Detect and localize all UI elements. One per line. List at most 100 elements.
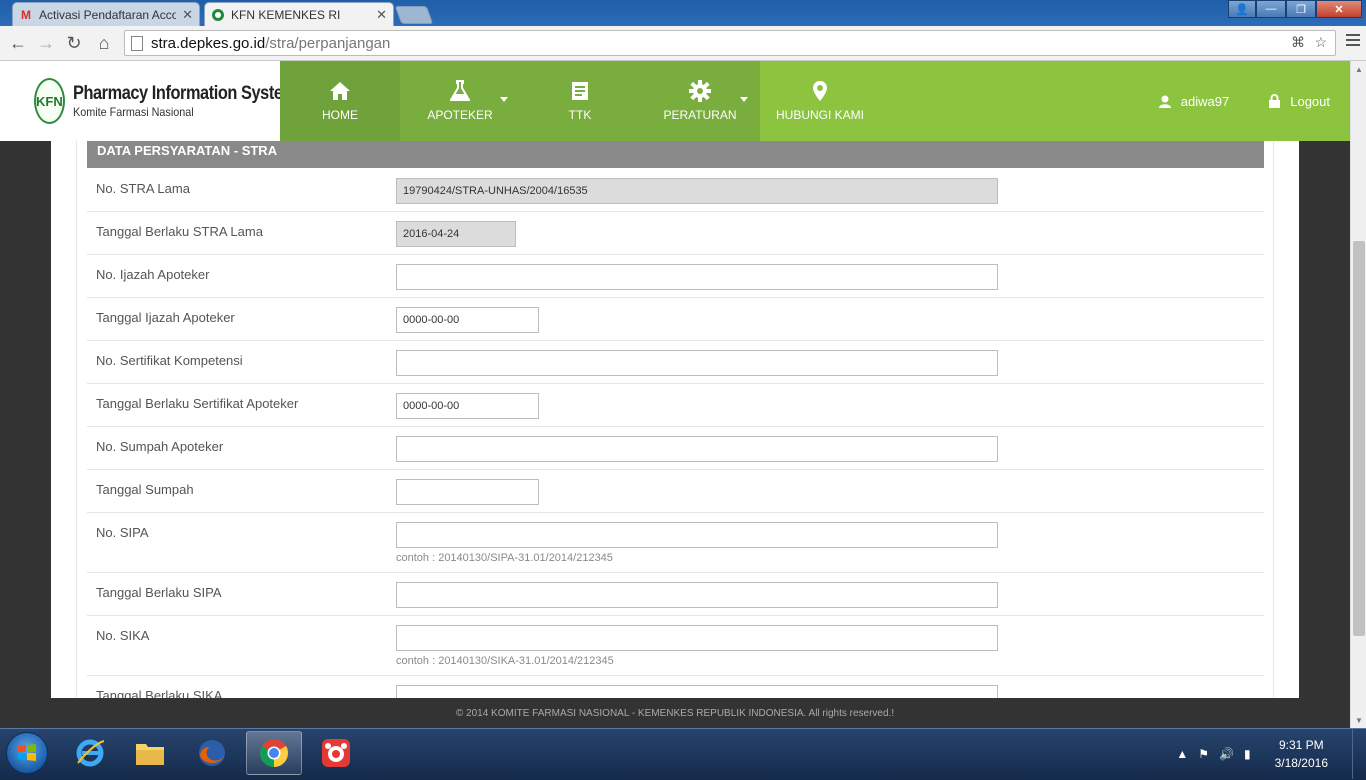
no-sika-input[interactable] — [396, 625, 998, 651]
close-icon[interactable]: ✕ — [182, 7, 193, 23]
nav-home[interactable]: HOME — [280, 61, 400, 141]
close-icon[interactable]: ✕ — [376, 7, 387, 23]
brand[interactable]: KFN Pharmacy Information System Komite F… — [0, 61, 297, 141]
username: adiwa97 — [1180, 93, 1230, 109]
new-tab-button[interactable] — [394, 6, 434, 24]
nav-hubungi-kami[interactable]: HUBUNGI KAMI — [760, 61, 880, 141]
nav-label: PERATURAN — [663, 108, 737, 122]
logout-label: Logout — [1290, 93, 1330, 109]
chrome-icon[interactable] — [246, 731, 302, 775]
form-row-tanggal-sika: Tanggal Berlaku SIKA — [87, 676, 1264, 698]
logout-link[interactable]: Logout — [1269, 94, 1330, 109]
sipa-hint: contoh : 20140130/SIPA-31.01/2014/212345 — [396, 552, 613, 564]
home-browser-icon[interactable]: ⌂ — [92, 31, 116, 55]
field-label: Tanggal Berlaku SIKA — [96, 688, 223, 698]
page-viewport: KFN Pharmacy Information System Komite F… — [0, 61, 1350, 698]
form-row-tanggal-stra-lama: Tanggal Berlaku STRA Lama 2016-04-24 — [87, 212, 1264, 255]
form-row-no-sipa: No. SIPA contoh : 20140130/SIPA-31.01/20… — [87, 513, 1264, 573]
windows-logo-icon — [18, 744, 36, 761]
nav-label: HUBUNGI KAMI — [775, 108, 864, 122]
chevron-down-icon — [740, 97, 748, 102]
tanggal-sertifikat-input[interactable]: 0000-00-00 — [396, 393, 539, 419]
user-icon[interactable]: 👤 — [1228, 0, 1256, 18]
sika-hint: contoh : 20140130/SIKA-31.01/2014/212345 — [396, 655, 614, 667]
internet-explorer-icon[interactable] — [62, 731, 118, 775]
start-button[interactable] — [6, 732, 48, 774]
footer-text: © 2014 KOMITE FARMASI NASIONAL - KEMENKE… — [455, 707, 895, 719]
bookmark-star-icon[interactable]: ☆ — [1314, 34, 1327, 51]
main-nav: HOME APOTEKER TTK PERATURAN HUBUNGI KAMI — [280, 61, 880, 141]
form-row-tanggal-sertifikat: Tanggal Berlaku Sertifikat Apoteker 0000… — [87, 384, 1264, 427]
volume-icon[interactable]: 🔊 — [1219, 747, 1234, 761]
page-icon — [131, 35, 143, 51]
no-sumpah-input[interactable] — [396, 436, 998, 462]
close-window-button[interactable]: ✕ — [1316, 0, 1362, 18]
clock[interactable]: 9:31 PM 3/18/2016 — [1275, 736, 1328, 772]
user-icon — [1158, 95, 1171, 108]
tanggal-sika-input[interactable] — [396, 685, 998, 698]
form-row-no-sumpah: No. Sumpah Apoteker — [87, 427, 1264, 470]
site-header: KFN Pharmacy Information System Komite F… — [0, 61, 1350, 141]
site-title: Pharmacy Information System — [72, 83, 297, 104]
back-icon[interactable]: ← — [6, 31, 30, 55]
firefox-icon[interactable] — [184, 731, 240, 775]
form-row-tanggal-sumpah: Tanggal Sumpah — [87, 470, 1264, 513]
form-row-tanggal-ijazah: Tanggal Ijazah Apoteker 0000-00-00 — [87, 298, 1264, 341]
url-path: /stra/perpanjangan — [265, 34, 391, 52]
no-ijazah-input[interactable] — [396, 264, 998, 290]
clock-time: 9:31 PM — [1278, 738, 1324, 752]
no-sipa-input[interactable] — [396, 522, 998, 548]
scroll-down-icon[interactable]: ▼ — [1351, 712, 1366, 728]
scroll-thumb[interactable] — [1353, 241, 1365, 636]
gmail-icon: M — [21, 7, 31, 22]
user-profile-link[interactable]: adiwa97 — [1158, 93, 1230, 109]
field-label: No. Sertifikat Kompetensi — [96, 353, 243, 368]
show-hidden-icons-icon[interactable]: ▲ — [1176, 747, 1188, 761]
tanggal-stra-lama-input[interactable]: 2016-04-24 — [396, 221, 516, 247]
user-area: adiwa97 Logout — [1119, 61, 1330, 141]
forward-icon[interactable]: → — [34, 31, 58, 55]
system-tray: ▲ ⚑ 🔊 ▮ 9:31 PM 3/18/2016 — [1176, 729, 1366, 779]
action-center-icon[interactable]: ⚑ — [1198, 747, 1209, 761]
translate-icon[interactable]: ⌘ — [1291, 34, 1305, 51]
show-desktop-button[interactable] — [1352, 729, 1366, 779]
nav-ttk[interactable]: TTK — [520, 61, 640, 141]
map-marker-icon — [812, 80, 828, 102]
url-host: stra.depkes.go.id — [151, 34, 266, 52]
no-stra-lama-input[interactable]: 19790424/STRA-UNHAS/2004/16535 — [396, 178, 998, 204]
tanggal-sipa-input[interactable] — [396, 582, 998, 608]
menu-icon[interactable] — [1346, 34, 1360, 49]
browser-toolbar: ← → ↻ ⌂ stra.depkes.go.id /stra/perpanja… — [0, 26, 1366, 61]
field-label: No. SIPA — [96, 525, 149, 540]
scroll-up-icon[interactable]: ▲ — [1351, 61, 1366, 77]
tanggal-ijazah-input[interactable]: 0000-00-00 — [396, 307, 539, 333]
document-icon — [570, 80, 590, 102]
address-bar[interactable]: stra.depkes.go.id /stra/perpanjangan ⌘ ☆ — [124, 30, 1336, 56]
tab-kfn[interactable]: KFN KEMENKES RI ✕ — [204, 2, 394, 27]
browser-titlebar: M Activasi Pendaftaran Acco ✕ KFN KEMENK… — [0, 0, 1366, 27]
form-row-no-stra-lama: No. STRA Lama 19790424/STRA-UNHAS/2004/1… — [87, 169, 1264, 212]
minimize-button[interactable]: — — [1256, 0, 1286, 18]
nav-peraturan[interactable]: PERATURAN — [640, 61, 760, 141]
tab-title: Activasi Pendaftaran Acco — [39, 7, 177, 22]
flask-icon — [450, 80, 470, 102]
file-explorer-icon[interactable] — [122, 731, 178, 775]
app-icon[interactable] — [308, 731, 364, 775]
field-label: Tanggal Sumpah — [96, 482, 194, 497]
network-signal-icon[interactable]: ▮ — [1244, 747, 1251, 761]
reload-icon[interactable]: ↻ — [62, 31, 86, 55]
nav-label: TTK — [568, 108, 592, 122]
maximize-button[interactable]: ❐ — [1286, 0, 1316, 18]
nav-label: APOTEKER — [427, 108, 493, 122]
home-icon — [329, 80, 351, 102]
tanggal-sumpah-input[interactable] — [396, 479, 539, 505]
nav-label: HOME — [322, 108, 358, 122]
no-sertifikat-input[interactable] — [396, 350, 998, 376]
tab-gmail[interactable]: M Activasi Pendaftaran Acco ✕ — [12, 2, 200, 26]
chevron-down-icon — [500, 97, 508, 102]
page-scrollbar[interactable]: ▲ ▼ — [1350, 61, 1366, 728]
nav-apoteker[interactable]: APOTEKER — [400, 61, 520, 141]
gear-icon — [689, 80, 711, 102]
field-label: No. Sumpah Apoteker — [96, 439, 224, 454]
site-footer: © 2014 KOMITE FARMASI NASIONAL - KEMENKE… — [0, 698, 1350, 728]
